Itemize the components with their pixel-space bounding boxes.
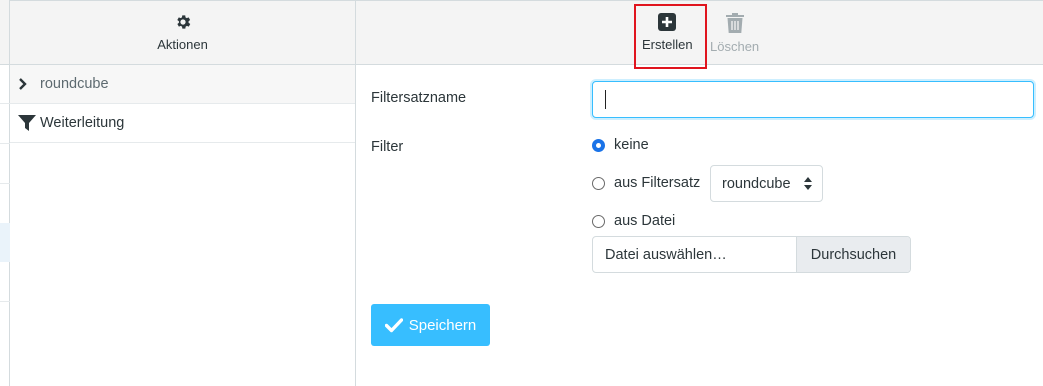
- actions-label: Aktionen: [157, 37, 208, 52]
- file-chooser[interactable]: Datei auswählen… Durchsuchen: [592, 236, 911, 273]
- delete-button[interactable]: Löschen: [710, 13, 759, 54]
- filter-group-roundcube[interactable]: roundcube: [10, 65, 355, 104]
- divider: [0, 103, 10, 104]
- filterset-select[interactable]: roundcube: [710, 165, 823, 202]
- radio-aus-datei-button[interactable]: [592, 214, 605, 228]
- left-strip-selected[interactable]: [0, 223, 10, 262]
- filterset-name-label: Filtersatzname: [371, 90, 467, 106]
- filterset-name-input[interactable]: [592, 81, 1034, 118]
- left-strip: [0, 0, 10, 386]
- actions-header: Aktionen: [10, 0, 355, 65]
- save-label: Speichern: [408, 316, 477, 334]
- text-caret: [605, 90, 606, 109]
- left-strip-header: [0, 0, 9, 65]
- sort-arrows-icon: [804, 177, 812, 190]
- chevron-right-icon: [18, 78, 40, 90]
- trash-icon: [725, 13, 744, 33]
- file-input[interactable]: Datei auswählen…: [593, 237, 796, 272]
- check-icon: [384, 317, 403, 332]
- radio-aus-datei[interactable]: aus Datei: [592, 213, 675, 229]
- radio-keine-label: keine: [614, 137, 649, 153]
- gear-icon: [176, 15, 190, 29]
- filter-icon: [18, 114, 40, 132]
- highlight-box: [634, 4, 707, 69]
- filter-item-weiterleitung[interactable]: Weiterleitung: [10, 104, 355, 143]
- filterset-select-value: roundcube: [722, 175, 791, 192]
- filter-item-label: Weiterleitung: [40, 115, 125, 131]
- radio-aus-filtersatz-button[interactable]: [592, 176, 605, 190]
- filter-label: Filter: [371, 139, 404, 155]
- radio-aus-datei-label: aus Datei: [614, 213, 676, 229]
- radio-keine-button[interactable]: [592, 138, 605, 152]
- divider: [0, 143, 10, 144]
- radio-aus-filtersatz-label: aus Filtersatz: [614, 175, 701, 191]
- filter-set-form-panel: Erstellen Löschen Filtersatzname Filter …: [356, 0, 1043, 386]
- filter-sets-panel: Aktionen roundcube Weiterleitung: [10, 0, 356, 386]
- actions-button[interactable]: Aktionen: [157, 13, 208, 52]
- save-button[interactable]: Speichern: [371, 304, 490, 346]
- divider: [0, 301, 10, 302]
- browse-button[interactable]: Durchsuchen: [796, 237, 910, 272]
- delete-label: Löschen: [710, 39, 760, 54]
- radio-keine[interactable]: keine: [592, 137, 649, 153]
- filter-group-label: roundcube: [40, 76, 109, 92]
- divider: [0, 183, 10, 184]
- radio-aus-filtersatz[interactable]: aus Filtersatz: [592, 175, 700, 191]
